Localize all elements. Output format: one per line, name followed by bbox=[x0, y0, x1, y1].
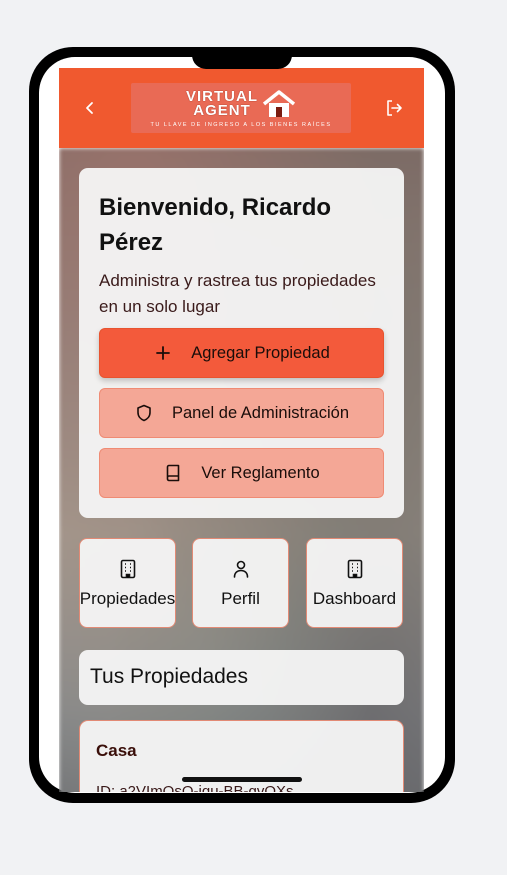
properties-section-header: Tus Propiedades bbox=[79, 650, 404, 705]
property-id: ID: a2VImOsQ-jqu-BB-gvOXs bbox=[96, 783, 294, 792]
plus-icon bbox=[153, 343, 173, 363]
app-screen: VIRTUAL AGENT TU LLAVE DE INGRESO A LOS … bbox=[59, 68, 424, 792]
admin-panel-button[interactable]: Panel de Administración bbox=[99, 388, 384, 438]
tile-properties[interactable]: Propiedades bbox=[79, 538, 176, 628]
rules-button[interactable]: Ver Reglamento bbox=[99, 448, 384, 498]
phone-notch bbox=[192, 47, 292, 69]
house-icon bbox=[262, 89, 296, 117]
property-name: Casa bbox=[96, 741, 137, 760]
building-icon bbox=[345, 559, 365, 579]
tile-dashboard-label: Dashboard bbox=[312, 589, 397, 608]
add-property-label: Agregar Propiedad bbox=[191, 343, 330, 362]
welcome-subtitle: Administra y rastrea tus propiedades en … bbox=[99, 271, 376, 316]
properties-section-title: Tus Propiedades bbox=[90, 665, 248, 688]
welcome-card: Bienvenido, Ricardo Pérez Administra y r… bbox=[79, 168, 404, 518]
logout-icon bbox=[387, 100, 402, 116]
add-property-button[interactable]: Agregar Propiedad bbox=[99, 328, 384, 378]
tile-profile-label: Perfil bbox=[221, 589, 260, 608]
rules-label: Ver Reglamento bbox=[201, 463, 320, 482]
top-bar: VIRTUAL AGENT TU LLAVE DE INGRESO A LOS … bbox=[59, 68, 424, 148]
book-icon bbox=[163, 463, 183, 483]
tile-properties-label: Propiedades bbox=[79, 589, 176, 608]
chevron-left-icon bbox=[86, 102, 93, 114]
user-icon bbox=[231, 559, 251, 579]
logo-text-line2: AGENT bbox=[193, 101, 251, 119]
admin-panel-label: Panel de Administración bbox=[171, 403, 350, 422]
building-icon bbox=[118, 559, 138, 579]
back-button[interactable] bbox=[78, 96, 102, 120]
app-logo: VIRTUAL AGENT TU LLAVE DE INGRESO A LOS … bbox=[131, 83, 351, 133]
logo-tagline: TU LLAVE DE INGRESO A LOS BIENES RAÍCES bbox=[150, 121, 332, 128]
welcome-title: Bienvenido, Ricardo Pérez bbox=[99, 194, 332, 256]
logout-button[interactable] bbox=[382, 96, 406, 120]
shield-icon bbox=[134, 403, 154, 423]
home-indicator bbox=[182, 777, 302, 782]
tile-dashboard[interactable]: Dashboard bbox=[306, 538, 403, 628]
tile-profile[interactable]: Perfil bbox=[192, 538, 289, 628]
